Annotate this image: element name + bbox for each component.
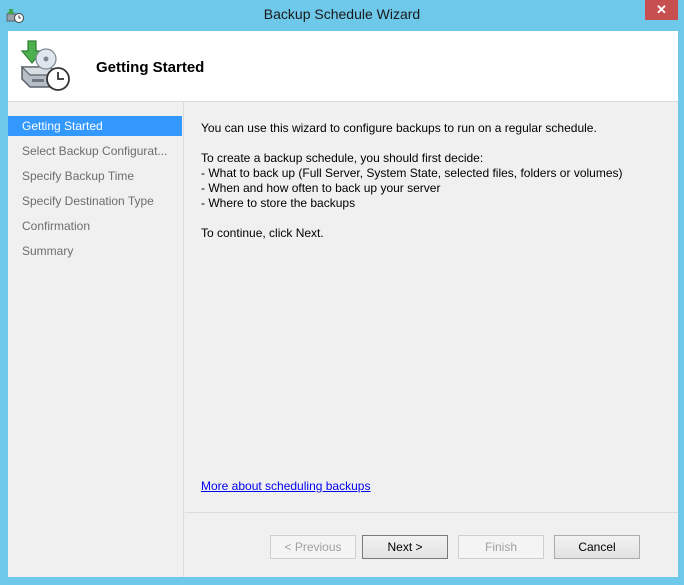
nav-step-confirmation[interactable]: Confirmation bbox=[8, 216, 182, 236]
nav-step-select-backup-configuration[interactable]: Select Backup Configurat... bbox=[8, 141, 182, 161]
nav-step-getting-started[interactable]: Getting Started bbox=[8, 116, 182, 136]
cancel-button[interactable]: Cancel bbox=[554, 535, 640, 559]
continue-text: To continue, click Next. bbox=[201, 226, 324, 240]
wizard-window: Backup Schedule Wizard ✕ Getting Started bbox=[0, 0, 684, 585]
help-link[interactable]: More about scheduling backups bbox=[201, 479, 370, 493]
next-button[interactable]: Next > bbox=[362, 535, 448, 559]
wizard-header: Getting Started bbox=[8, 31, 678, 102]
bullet-where: - Where to store the backups bbox=[201, 196, 356, 210]
finish-button[interactable]: Finish bbox=[458, 535, 544, 559]
previous-button[interactable]: < Previous bbox=[270, 535, 356, 559]
backup-schedule-icon bbox=[20, 40, 70, 91]
window-title: Backup Schedule Wizard bbox=[263, 6, 421, 22]
decide-text: To create a backup schedule, you should … bbox=[201, 151, 484, 165]
close-button[interactable]: ✕ bbox=[645, 0, 678, 20]
wizard-footer: < Previous Next > Finish Cancel bbox=[185, 512, 678, 577]
bullet-what: - What to back up (Full Server, System S… bbox=[201, 166, 623, 180]
nav-step-specify-destination-type[interactable]: Specify Destination Type bbox=[8, 191, 182, 211]
page-title: Getting Started bbox=[96, 59, 205, 76]
nav-step-summary[interactable]: Summary bbox=[8, 241, 182, 261]
intro-text: You can use this wizard to configure bac… bbox=[201, 121, 597, 135]
wizard-client-area: Getting Started Getting Started Select B… bbox=[8, 31, 678, 577]
bullet-when: - When and how often to back up your ser… bbox=[201, 181, 441, 195]
wizard-steps-nav: Getting Started Select Backup Configurat… bbox=[8, 102, 184, 577]
wizard-content: You can use this wizard to configure bac… bbox=[185, 102, 678, 512]
nav-step-specify-backup-time[interactable]: Specify Backup Time bbox=[8, 166, 182, 186]
title-bar[interactable]: Backup Schedule Wizard ✕ bbox=[0, 0, 684, 31]
